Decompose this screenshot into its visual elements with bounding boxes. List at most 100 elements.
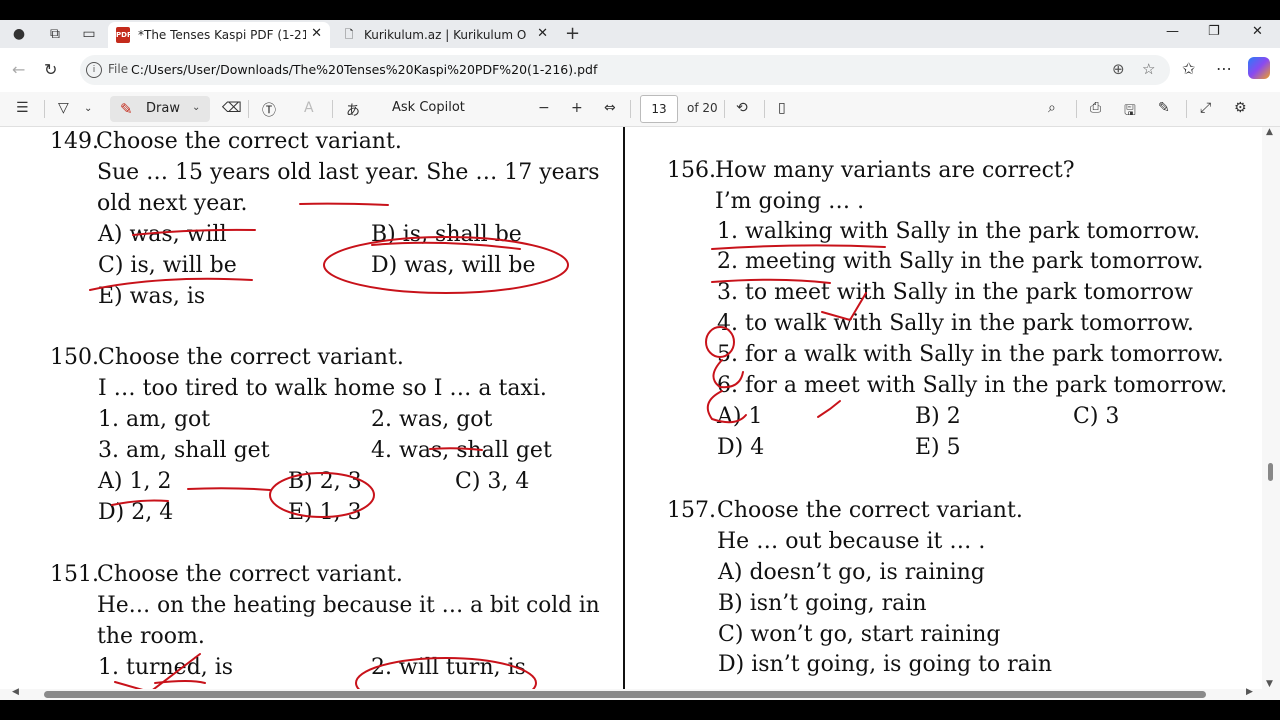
scroll-down-icon[interactable]: ▼: [1266, 679, 1273, 689]
page-icon: 🗋: [344, 28, 354, 41]
fullscreen-icon[interactable]: ⤢: [1200, 100, 1211, 116]
favorites-icon[interactable]: ✩: [1182, 59, 1195, 78]
answer-option: B) is, shall be: [371, 222, 522, 247]
answer-option: 2. was, got: [371, 407, 493, 432]
back-icon[interactable]: ←: [12, 60, 25, 79]
draw-button[interactable]: ✎ Draw ⌄: [110, 96, 210, 122]
scroll-up-icon[interactable]: ▲: [1266, 127, 1273, 137]
answer-option: 5. for a walk with Sally in the park tom…: [717, 342, 1224, 367]
question-text: I’m going … .: [715, 189, 865, 214]
zoom-out-icon[interactable]: −: [538, 100, 550, 116]
new-tab-icon[interactable]: +: [565, 23, 580, 44]
question-text: He… on the heating because it … a bit co…: [97, 593, 600, 618]
scroll-thumb[interactable]: [1268, 463, 1273, 481]
contents-icon[interactable]: ☰: [16, 100, 29, 116]
question-text: He … out because it … .: [717, 529, 986, 554]
restore-icon[interactable]: ❐: [1208, 24, 1220, 39]
answer-option: C) won’t go, start raining: [718, 622, 1001, 647]
zoom-in-icon[interactable]: +: [571, 100, 583, 116]
save-icon[interactable]: 🖫: [1124, 100, 1136, 124]
pdf-page: 149. Choose the correct variant. Sue … 1…: [0, 127, 1262, 689]
address-bar-row: ← ↻ i File C:/Users/User/Downloads/The%2…: [0, 48, 1280, 92]
pdf-toolbar: ☰ ▽ ⌄ ✎ Draw ⌄ ⌫ Ⓣ A あ Ask Copilot − + ⇔…: [0, 92, 1280, 127]
question-number: 157.: [667, 498, 716, 523]
minimize-icon[interactable]: —: [1166, 24, 1179, 39]
ink-underline: [154, 680, 206, 684]
translate-icon[interactable]: あ: [346, 100, 360, 120]
ask-copilot-button[interactable]: Ask Copilot: [392, 100, 465, 115]
tab-kurikulum[interactable]: 🗋 Kurikulum.az | Kurikulum Onlayn ✕: [334, 22, 556, 48]
workspaces-icon[interactable]: ⧉: [46, 25, 64, 43]
read-aloud-icon[interactable]: A: [304, 100, 314, 116]
answer-option: A) was, will: [98, 222, 227, 247]
page-number-input[interactable]: 13: [640, 95, 678, 123]
close-tab-icon[interactable]: ✕: [537, 26, 548, 41]
scroll-left-icon[interactable]: ◀: [12, 687, 19, 697]
profile-icon[interactable]: ●: [10, 25, 28, 43]
text-box-icon[interactable]: Ⓣ: [262, 100, 276, 120]
answer-option: C) 3: [1073, 404, 1120, 429]
answer-option: 3. to meet with Sally in the park tomorr…: [717, 280, 1193, 305]
answer-option: 1. am, got: [98, 407, 211, 432]
settings-gear-icon[interactable]: ⚙: [1234, 100, 1247, 116]
answer-option: 2. meeting with Sally in the park tomorr…: [717, 249, 1204, 274]
tab-bar: ● ⧉ ▭ PDF *The Tenses Kaspi PDF (1-216).…: [0, 20, 1280, 48]
question-number: 151.: [50, 562, 99, 587]
column-divider: [623, 127, 625, 689]
divider: [248, 100, 249, 118]
tab-actions-icon[interactable]: ▭: [80, 25, 98, 43]
answer-option: 1. turned, is: [98, 655, 234, 680]
page-total: of 20: [687, 101, 718, 115]
divider: [1076, 100, 1077, 118]
question-text: old next year.: [97, 191, 248, 216]
divider: [1186, 100, 1187, 118]
save-as-icon[interactable]: ✎: [1158, 100, 1170, 116]
question-title: Choose the correct variant.: [96, 129, 402, 154]
pen-icon: ✎: [120, 100, 133, 118]
page-view-icon[interactable]: ▯: [778, 100, 786, 116]
url-text[interactable]: C:/Users/User/Downloads/The%20Tenses%20K…: [131, 62, 597, 77]
more-menu-icon[interactable]: ⋯: [1216, 59, 1232, 78]
info-icon[interactable]: i: [86, 62, 102, 78]
close-tab-icon[interactable]: ✕: [311, 26, 322, 41]
horizontal-scrollbar[interactable]: ◀ ▶: [0, 687, 1262, 700]
favorite-star-icon[interactable]: ☆: [1142, 60, 1155, 78]
question-text: I … too tired to walk home so I … a taxi…: [98, 376, 547, 401]
answer-option: C) 3, 4: [455, 469, 530, 494]
question-number: 149.: [50, 129, 99, 154]
vertical-scrollbar[interactable]: ▲ ▼: [1262, 127, 1280, 689]
answer-option: 4. to walk with Sally in the park tomorr…: [717, 311, 1194, 336]
question-text: Sue … 15 years old last year. She … 17 y…: [97, 160, 600, 185]
fit-page-icon[interactable]: ⇔: [604, 100, 616, 116]
draw-label: Draw: [146, 101, 180, 116]
copilot-icon[interactable]: [1248, 57, 1270, 79]
question-text: the room.: [97, 624, 205, 649]
answer-option: D) isn’t going, is going to rain: [718, 652, 1052, 677]
rotate-icon[interactable]: ⟲: [736, 100, 748, 116]
tab-pdf[interactable]: PDF *The Tenses Kaspi PDF (1-216).pdf ✕: [108, 22, 330, 48]
scroll-right-icon[interactable]: ▶: [1246, 687, 1253, 697]
answer-option: D) 4: [717, 435, 765, 460]
answer-option: B) 2: [915, 404, 961, 429]
divider: [764, 100, 765, 118]
pdf-icon: PDF: [116, 27, 132, 43]
answer-option: E) 1, 3: [288, 500, 362, 525]
chevron-down-icon[interactable]: ⌄: [192, 102, 200, 113]
eraser-icon[interactable]: ⌫: [222, 100, 242, 116]
print-icon[interactable]: ⎙: [1090, 100, 1101, 116]
question-title: Choose the correct variant.: [97, 562, 403, 587]
highlight-icon[interactable]: ▽: [58, 100, 69, 116]
answer-option: D) was, will be: [371, 253, 536, 278]
chevron-down-icon[interactable]: ⌄: [84, 103, 92, 114]
refresh-icon[interactable]: ↻: [44, 60, 57, 79]
divider: [630, 100, 631, 118]
scroll-thumb[interactable]: [44, 691, 1206, 698]
address-bar[interactable]: i File C:/Users/User/Downloads/The%20Ten…: [80, 55, 1170, 85]
search-icon[interactable]: ⌕: [1048, 100, 1056, 116]
tab-title: *The Tenses Kaspi PDF (1-216).pdf: [138, 28, 306, 42]
zoom-icon[interactable]: ⊕: [1112, 60, 1125, 78]
close-window-icon[interactable]: ✕: [1252, 24, 1263, 39]
answer-option: A) doesn’t go, is raining: [718, 560, 985, 585]
site-label: File: [108, 62, 129, 76]
answer-option: B) 2, 3: [288, 469, 362, 494]
